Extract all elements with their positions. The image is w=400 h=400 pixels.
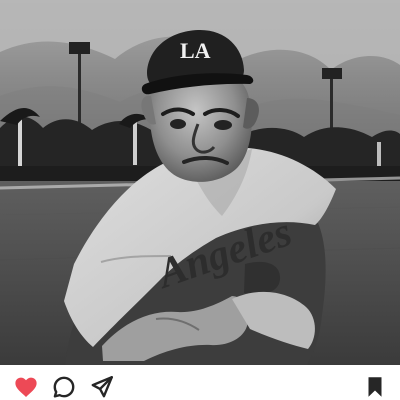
- post-photo[interactable]: LA Angeles: [0, 0, 400, 365]
- like-button[interactable]: [13, 374, 39, 400]
- post-action-bar: [0, 365, 400, 400]
- heart-icon: [15, 377, 37, 397]
- save-button[interactable]: [362, 374, 388, 400]
- baseball-player-photo: LA Angeles: [0, 0, 400, 365]
- bookmark-icon: [368, 377, 382, 397]
- share-icon: [91, 376, 113, 398]
- instagram-post: LA Angeles: [0, 0, 400, 400]
- comment-button[interactable]: [51, 374, 77, 400]
- comment-icon: [53, 376, 75, 398]
- share-button[interactable]: [89, 374, 115, 400]
- cap-logo: LA: [180, 38, 211, 63]
